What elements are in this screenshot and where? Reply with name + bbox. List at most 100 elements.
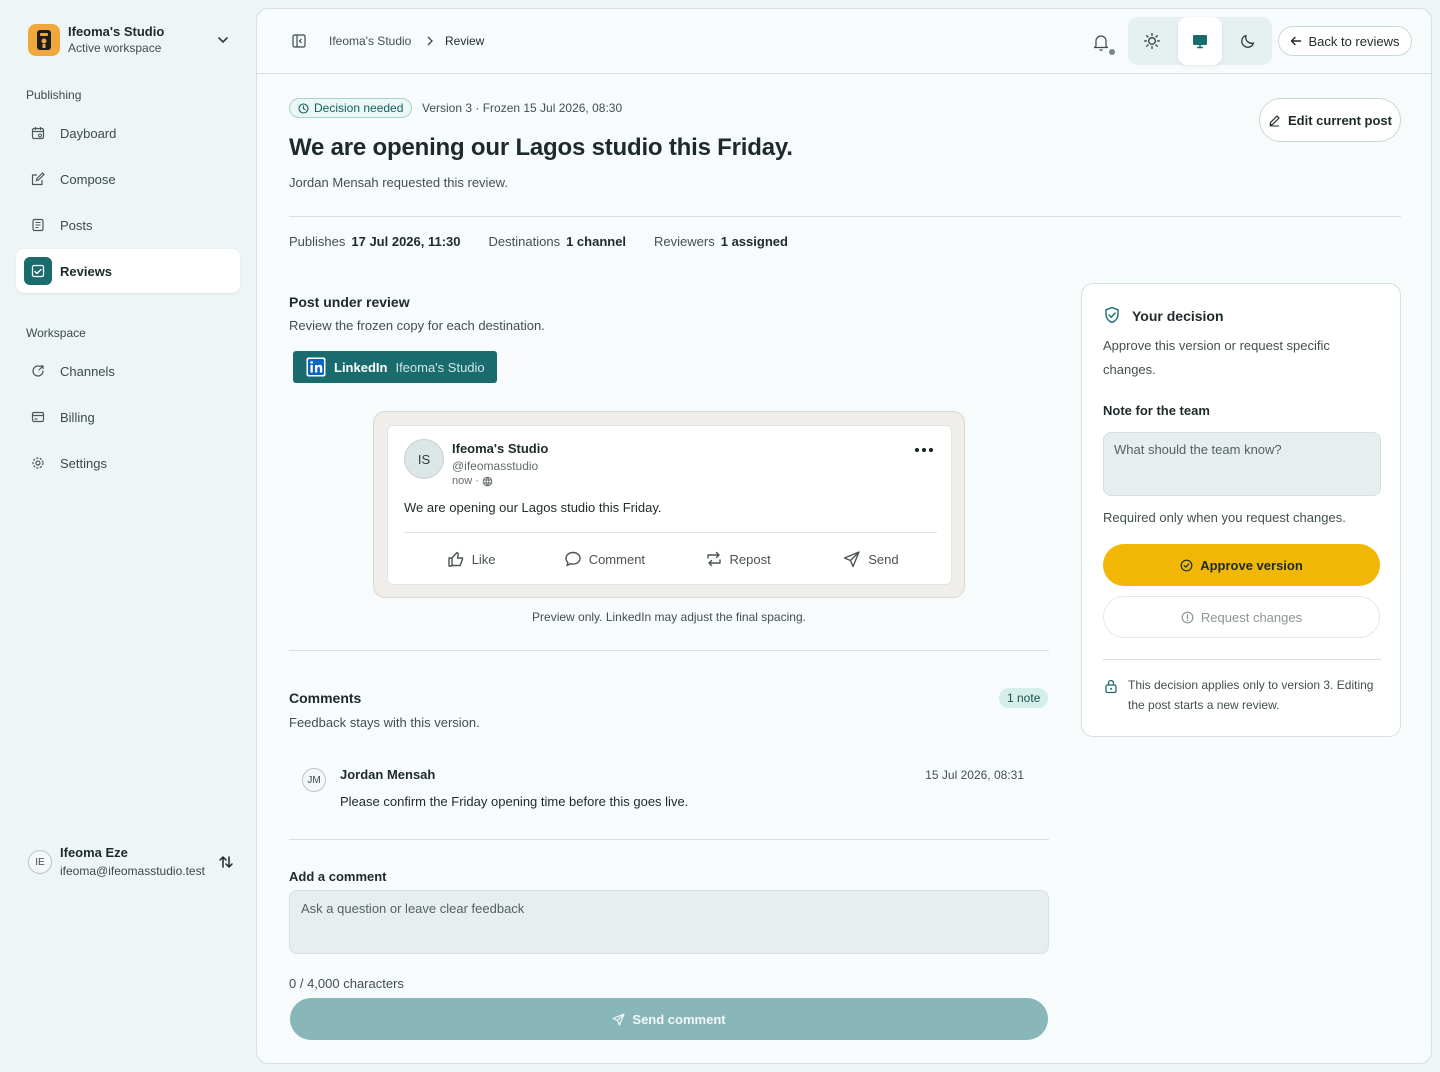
request-changes-button[interactable]: Request changes (1103, 596, 1380, 638)
comment-input[interactable] (289, 890, 1049, 954)
top-bar: Ifeoma's Studio Review Back to reviews (257, 9, 1431, 74)
reviewers-value: 1 assigned (720, 234, 788, 249)
arrow-left-icon (1291, 36, 1302, 46)
more-horizontal-icon[interactable] (912, 444, 936, 456)
preview-repost-button: Repost (671, 540, 804, 578)
switch-account-icon[interactable] (216, 852, 236, 872)
send-comment-label: Send comment (632, 1011, 726, 1027)
breadcrumb-workspace[interactable]: Ifeoma's Studio (329, 33, 411, 49)
avatar: JM (302, 768, 326, 792)
sidebar-item-compose[interactable]: Compose (16, 157, 240, 201)
version-meta: Version 3 · Frozen 15 Jul 2026, 08:30 (422, 101, 623, 115)
channel-network: LinkedIn (334, 359, 388, 375)
thumbs-up-icon (447, 551, 463, 567)
theme-switcher (1128, 17, 1272, 65)
avatar: IE (28, 850, 52, 874)
theme-dark-button[interactable] (1226, 17, 1270, 65)
sidebar-item-billing[interactable]: Billing (16, 395, 240, 439)
preview-actions: Like Comment Repost Send (404, 540, 937, 578)
send-icon (843, 551, 860, 568)
preview-author-name: Ifeoma's Studio (452, 441, 549, 456)
sidebar-item-label: Billing (60, 409, 95, 425)
edit-button-label: Edit current post (1287, 112, 1392, 128)
gear-icon (30, 455, 46, 471)
sidebar-item-dayboard[interactable]: Dayboard (16, 111, 240, 155)
calendar-icon (30, 125, 46, 141)
preview-post-text: We are opening our Lagos studio this Fri… (404, 500, 662, 515)
preview-time-label: now · (452, 475, 479, 487)
sidebar-item-label: Posts (60, 217, 93, 233)
sidebar-item-channels[interactable]: Channels (16, 349, 240, 393)
sidebar-item-settings[interactable]: Settings (16, 441, 240, 485)
post-review-title: Post under review (289, 294, 410, 310)
status-badge-label: Decision needed (314, 101, 404, 115)
comments-subtitle: Feedback stays with this version. (289, 715, 480, 730)
preview-send-label: Send (868, 551, 899, 567)
chevron-right-icon (427, 36, 433, 46)
post-preview-card: IS Ifeoma's Studio @ifeomasstudio now · … (387, 425, 952, 585)
billing-icon (30, 409, 46, 425)
preview-note: Preview only. LinkedIn may adjust the fi… (532, 610, 806, 624)
theme-light-button[interactable] (1130, 17, 1174, 65)
post-preview-frame: IS Ifeoma's Studio @ifeomasstudio now · … (373, 411, 965, 598)
edit-current-post-button[interactable]: Edit current post (1259, 98, 1401, 142)
request-changes-label: Request changes (1200, 609, 1303, 625)
reviewers-label: Reviewers (654, 234, 715, 249)
requested-by: Jordan Mensah requested this review. (289, 175, 508, 190)
workspace-subtitle: Active workspace (68, 41, 162, 55)
comment-text: Please confirm the Friday opening time b… (340, 794, 689, 809)
sidebar-item-label: Compose (60, 171, 116, 187)
shield-check-icon (1105, 306, 1119, 324)
comments-title: Comments (289, 690, 362, 706)
user-account: IE Ifeoma Eze ifeoma@ifeomasstudio.test (28, 842, 240, 882)
approve-label: Approve version (1200, 557, 1303, 573)
user-name: Ifeoma Eze (60, 845, 128, 860)
reviews-icon (24, 257, 52, 285)
back-button-label: Back to reviews (1308, 33, 1400, 49)
sidebar-toggle-icon[interactable] (291, 33, 307, 49)
sidebar-item-reviews[interactable]: Reviews (16, 249, 240, 293)
note-label: Note for the team (1103, 403, 1210, 418)
comment-author: Jordan Mensah (340, 767, 436, 782)
linkedin-icon (306, 357, 326, 377)
sidebar-item-label: Settings (60, 455, 107, 471)
workspace-name: Ifeoma's Studio (68, 24, 165, 39)
compose-icon (30, 171, 46, 187)
decision-info: This decision applies only to version 3.… (1128, 678, 1374, 712)
theme-system-button[interactable] (1178, 17, 1222, 65)
globe-icon (482, 476, 493, 486)
chevron-down-icon (218, 37, 228, 44)
speech-bubble-icon (564, 551, 581, 567)
channel-tab-linkedin[interactable]: LinkedIn Ifeoma's Studio (293, 351, 497, 383)
comment-item: JM Jordan Mensah 15 Jul 2026, 08:31 Plea… (289, 754, 1049, 814)
publishes-label: Publishes (289, 234, 346, 249)
avatar: IS (404, 439, 444, 479)
sidebar: Ifeoma's Studio Active workspace Publish… (0, 0, 256, 1072)
check-circle-icon (1180, 559, 1193, 571)
repost-icon (706, 551, 721, 567)
preview-comment-label: Comment (588, 551, 646, 567)
workspace-switcher[interactable]: Ifeoma's Studio Active workspace (28, 22, 240, 58)
destinations-value: 1 channel (566, 234, 627, 249)
add-comment-label: Add a comment (289, 869, 387, 884)
approve-version-button[interactable]: Approve version (1103, 544, 1380, 586)
sidebar-item-label: Channels (60, 363, 115, 379)
posts-icon (30, 217, 46, 233)
preview-repost-label: Repost (729, 551, 771, 567)
main-panel: Ifeoma's Studio Review Back to reviews D… (256, 8, 1432, 1064)
channels-icon (30, 363, 46, 379)
publishes-value: 17 Jul 2026, 11:30 (351, 234, 461, 249)
divider (1103, 659, 1381, 660)
moon-icon (1241, 34, 1255, 48)
post-review-subtitle: Review the frozen copy for each destinat… (289, 318, 545, 333)
divider (404, 532, 937, 533)
decision-title: Your decision (1132, 308, 1224, 324)
sidebar-item-posts[interactable]: Posts (16, 203, 240, 247)
decision-description: Approve this version or request specific… (1103, 338, 1330, 377)
back-to-reviews-button[interactable]: Back to reviews (1278, 26, 1412, 56)
channel-account: Ifeoma's Studio (395, 359, 485, 375)
team-note-input[interactable] (1103, 432, 1381, 496)
send-comment-button[interactable]: Send comment (290, 998, 1048, 1040)
user-email: ifeoma@ifeomasstudio.test (60, 864, 205, 878)
nav-section-workspace: Workspace (26, 326, 86, 340)
